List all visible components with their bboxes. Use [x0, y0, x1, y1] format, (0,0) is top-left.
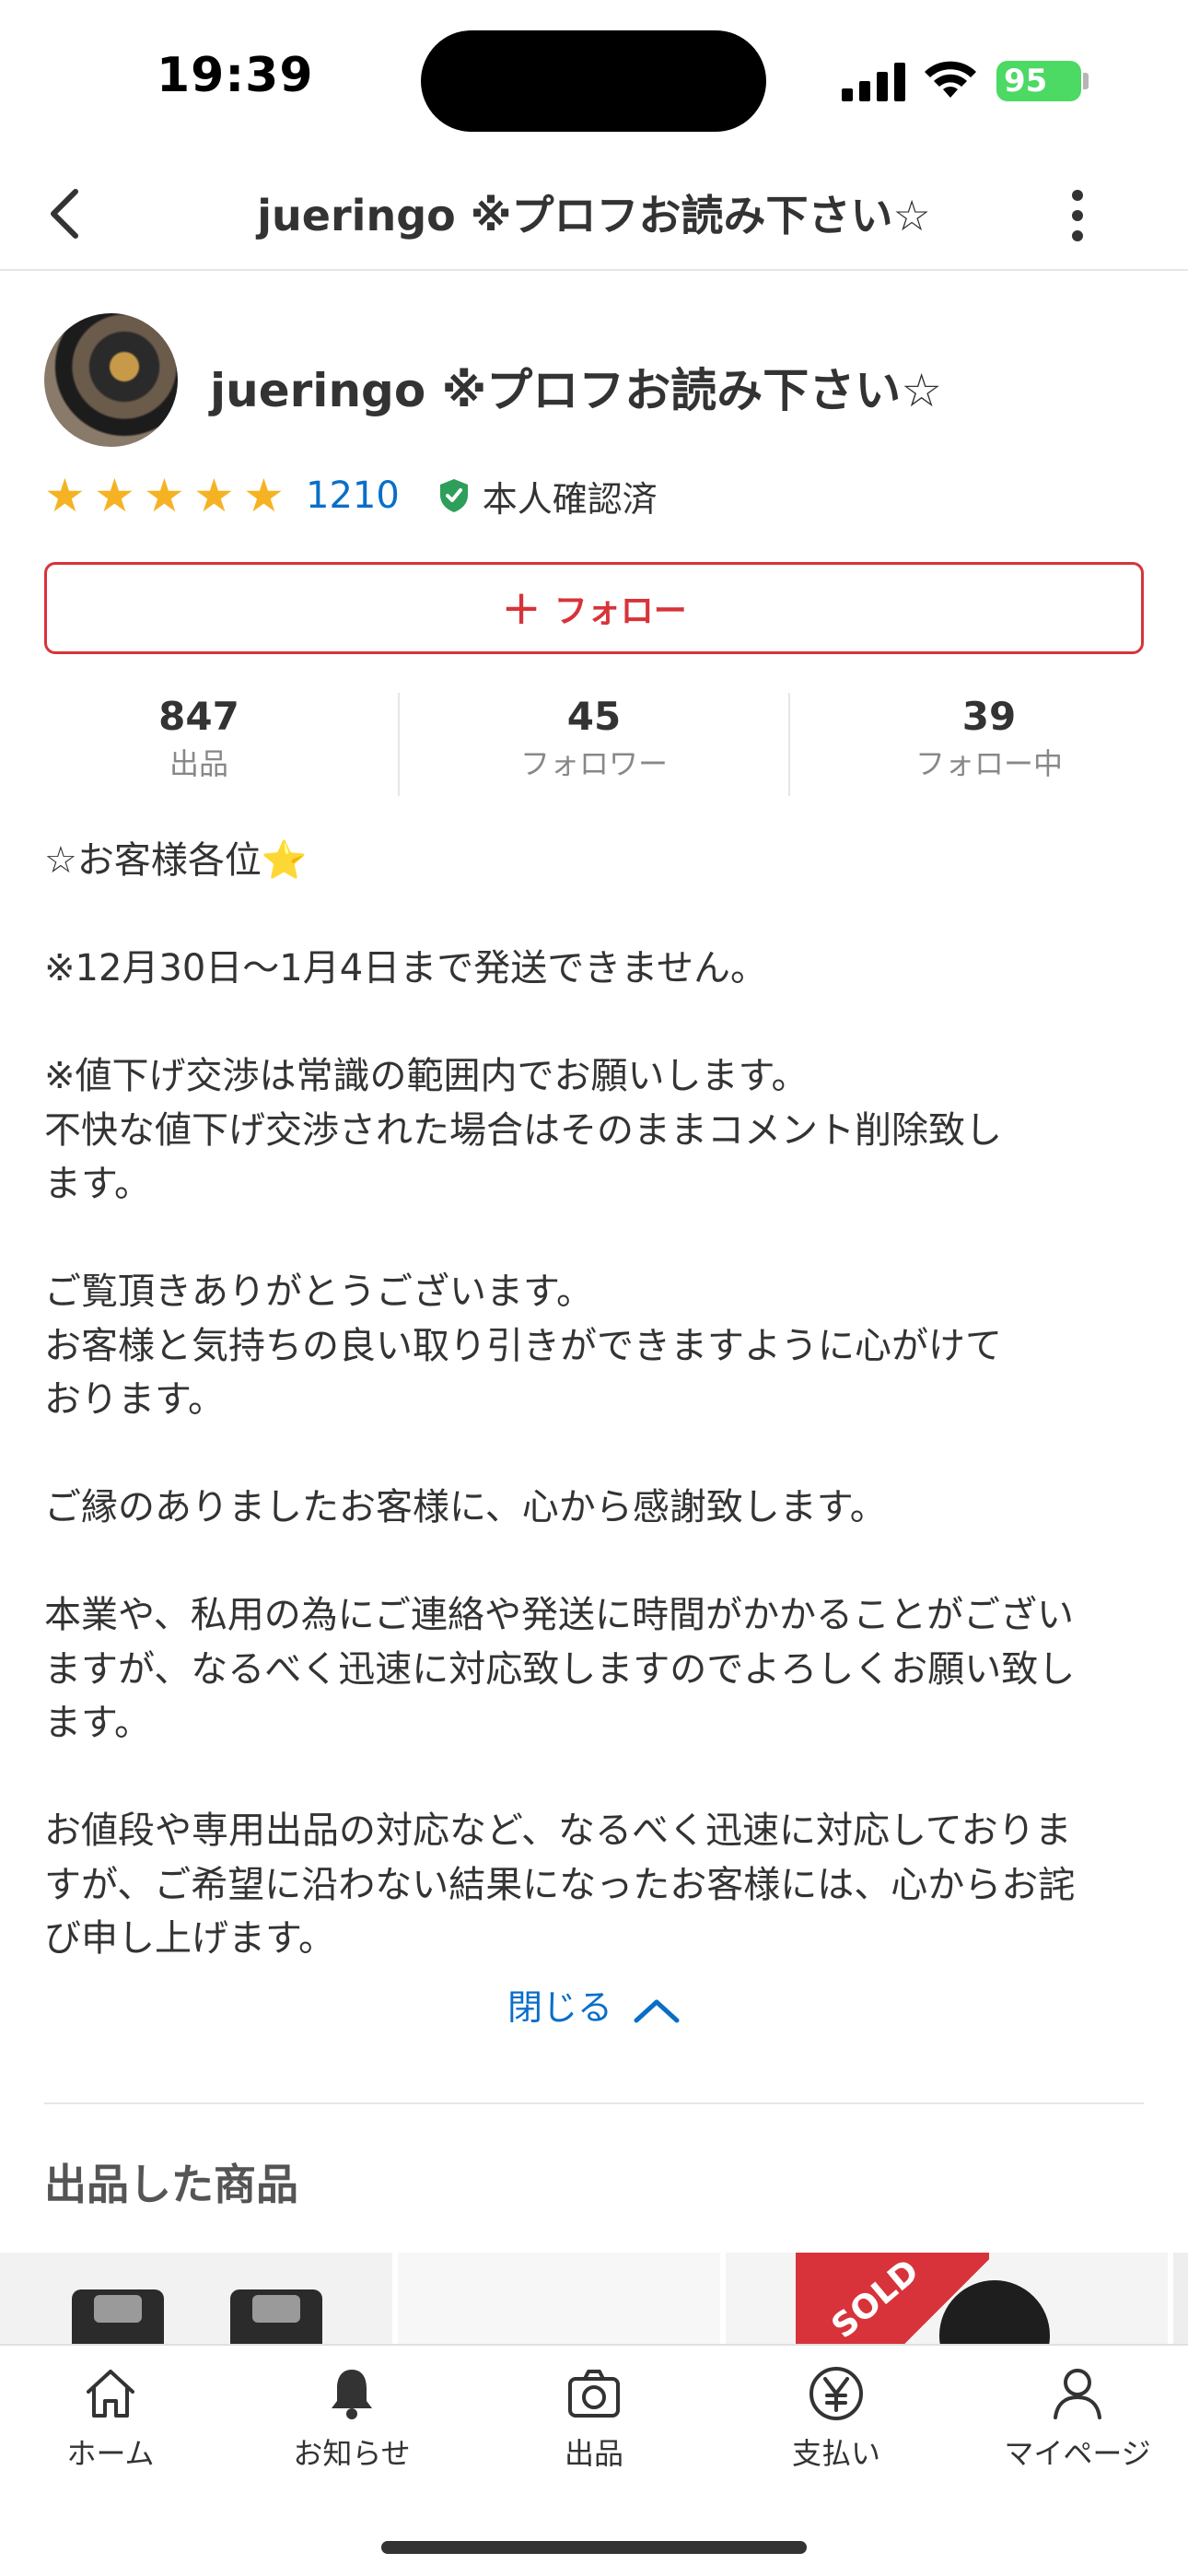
- home-icon: [87, 2370, 134, 2418]
- product-thumbnail[interactable]: SOLD: [726, 2253, 1168, 2345]
- product-thumbnail[interactable]: [0, 2253, 392, 2345]
- product-thumbnail[interactable]: [1173, 2253, 1188, 2345]
- camera-icon: [568, 2370, 620, 2418]
- product-image: [230, 2289, 322, 2345]
- tab-mypage[interactable]: マイページ: [967, 2364, 1188, 2473]
- stat-label: フォロー中: [914, 746, 1063, 781]
- product-thumbnail[interactable]: [398, 2253, 720, 2345]
- product-image: [72, 2289, 164, 2345]
- stat-value: 39: [961, 694, 1017, 739]
- product-grid: SOLD: [0, 2253, 1188, 2345]
- signal-icon: [842, 63, 906, 101]
- star-icon: ★: [44, 469, 86, 522]
- avatar: [44, 313, 178, 447]
- yen-icon: [809, 2367, 863, 2420]
- home-indicator: [381, 2541, 807, 2554]
- review-count-link[interactable]: 1210: [306, 474, 400, 517]
- tab-payment[interactable]: 支払い: [726, 2364, 947, 2473]
- battery-tip: [1083, 73, 1089, 89]
- star-icon: ★: [193, 469, 235, 522]
- stat-followers[interactable]: 45 フォロワー: [398, 693, 788, 796]
- tab-label: 支払い: [791, 2436, 880, 2471]
- listings-title: 出品した商品: [44, 2160, 298, 2209]
- stat-value: 45: [566, 694, 622, 739]
- more-menu-icon[interactable]: [1059, 184, 1096, 243]
- follow-label: フォロー: [553, 592, 687, 630]
- tab-label: マイページ: [1004, 2436, 1151, 2471]
- nav-header: jueringo ※プロフお読み下さい☆: [0, 157, 1188, 271]
- profile-bio: ☆お客様各位⭐ ※12月30日〜1月4日まで発送できません。 ※値下げ交渉は常識…: [44, 839, 1076, 1960]
- tab-home[interactable]: ホーム: [0, 2364, 221, 2473]
- star-icon: ★: [144, 469, 185, 522]
- battery-icon: 95: [996, 61, 1081, 101]
- bell-icon: [332, 2370, 372, 2419]
- person-icon: [1054, 2369, 1101, 2419]
- stat-value: 847: [158, 694, 239, 739]
- chevron-up-icon: [634, 1999, 680, 2022]
- section-divider: [44, 2102, 1144, 2104]
- status-bar: 19:39 95: [0, 0, 1188, 157]
- stat-listings[interactable]: 847 出品: [0, 693, 398, 796]
- plus-icon: +: [501, 580, 542, 636]
- wifi-icon: [925, 61, 976, 98]
- follow-button[interactable]: + フォロー: [44, 562, 1144, 654]
- verified-label: 本人確認済: [482, 478, 658, 520]
- star-icon: ★: [243, 469, 285, 522]
- close-label: 閉じる: [507, 1987, 612, 2028]
- tab-label: お知らせ: [293, 2436, 411, 2471]
- tab-notifications[interactable]: お知らせ: [241, 2364, 462, 2473]
- tab-label: ホーム: [66, 2436, 155, 2471]
- dynamic-island: [421, 30, 766, 132]
- rating-row[interactable]: ★ ★ ★ ★ ★ 1210 本人確認済: [44, 468, 658, 523]
- rating-stars: ★ ★ ★ ★ ★: [44, 468, 293, 523]
- battery-level: 95: [1004, 63, 1048, 100]
- stat-label: フォロワー: [519, 746, 668, 781]
- star-icon: ★: [94, 469, 135, 522]
- stat-label: 出品: [169, 746, 228, 781]
- shield-check-icon: [439, 479, 468, 512]
- profile-stats: 847 出品 45 フォロワー 39 フォロー中: [0, 693, 1188, 796]
- page-title: jueringo ※プロフお読み下さい☆: [257, 191, 931, 240]
- tab-label: 出品: [564, 2436, 623, 2471]
- stat-following[interactable]: 39 フォロー中: [788, 693, 1188, 796]
- tab-sell[interactable]: 出品: [483, 2364, 705, 2473]
- profile-username: jueringo ※プロフお読み下さい☆: [210, 364, 943, 417]
- close-bio-link[interactable]: 閉じる: [0, 1979, 1188, 2030]
- status-time: 19:39: [157, 48, 314, 103]
- verified-badge: 本人確認済: [438, 471, 658, 521]
